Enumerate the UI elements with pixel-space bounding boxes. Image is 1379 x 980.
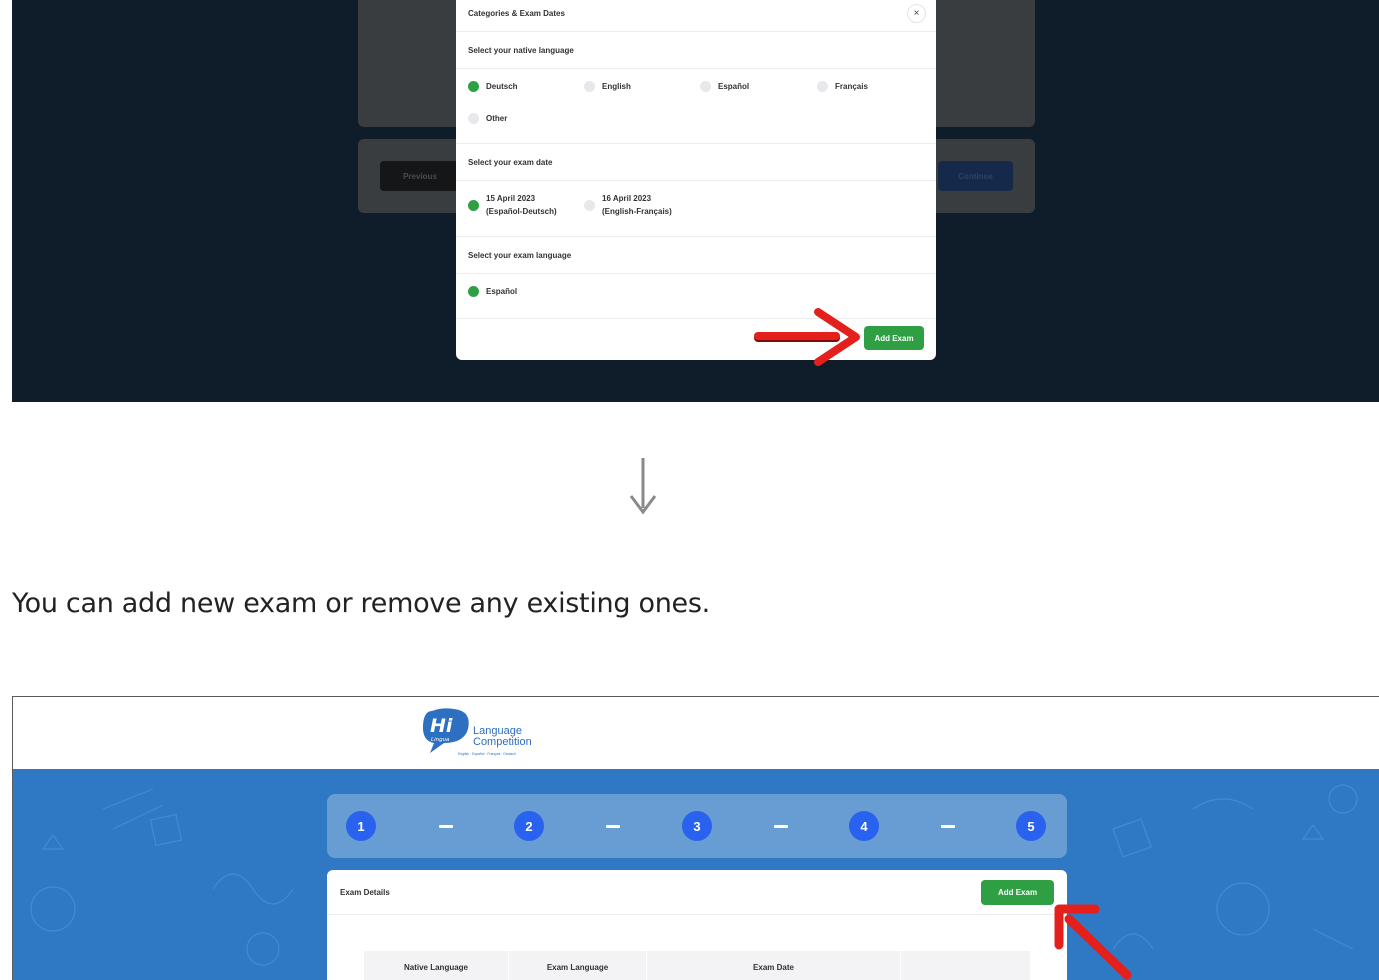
radio-native-other[interactable]: Other — [468, 112, 507, 125]
radio-date-16-april[interactable]: 16 April 2023 (English-Français) — [584, 192, 672, 218]
screenshot-exam-dates-modal: Previous Continue Categories & Exam Date… — [12, 0, 1379, 402]
radio-exam-language-espanol[interactable]: Español — [468, 285, 517, 298]
red-arrow-up-left-icon — [1054, 904, 1132, 980]
date-line: 16 April 2023 — [602, 194, 652, 203]
step-separator — [941, 825, 955, 828]
modal-footer-divider — [456, 318, 936, 319]
radio-label: Français — [835, 82, 868, 91]
previous-button[interactable]: Previous — [380, 161, 460, 191]
date-line: 15 April 2023 — [486, 194, 536, 203]
logo-line-2: Competition — [473, 736, 532, 748]
column-native-language: Native Language — [364, 951, 509, 980]
logo-lingua: Lingua — [431, 737, 450, 743]
radio-unchecked-icon — [584, 81, 595, 92]
radio-date-15-april[interactable]: 15 April 2023 (Español-Deutsch) — [468, 192, 557, 218]
radio-label: Español — [718, 82, 750, 91]
native-language-heading: Select your native language — [456, 31, 936, 69]
radio-unchecked-icon — [584, 199, 595, 211]
radio-unchecked-icon — [468, 113, 479, 124]
add-exam-button[interactable]: Add Exam — [864, 326, 924, 350]
categories-exam-dates-modal: Categories & Exam Dates × Select your na… — [456, 0, 936, 360]
add-exam-button[interactable]: Add Exam — [981, 880, 1054, 905]
arrow-down-icon — [629, 458, 657, 515]
radio-checked-icon — [468, 81, 479, 92]
date-subline: (English-Français) — [602, 207, 672, 216]
step-separator — [439, 825, 453, 828]
panel-divider — [327, 914, 1067, 915]
step-5[interactable]: 5 — [1016, 811, 1046, 841]
radio-label: 16 April 2023 (English-Français) — [602, 192, 672, 218]
logo-hi: Hi — [430, 715, 453, 737]
step-2[interactable]: 2 — [514, 811, 544, 841]
exam-table-header: Native Language Exam Language Exam Date — [364, 951, 1030, 980]
exam-language-heading: Select your exam language — [456, 236, 936, 274]
date-subline: (Español-Deutsch) — [486, 207, 557, 216]
exam-details-panel: Exam Details Add Exam Native Language Ex… — [327, 870, 1067, 980]
radio-checked-icon — [468, 286, 479, 297]
radio-native-english[interactable]: English — [584, 80, 631, 93]
radio-label: Español — [486, 287, 518, 296]
exam-date-heading: Select your exam date — [456, 143, 936, 181]
column-actions — [901, 951, 1030, 980]
progress-stepper: 1 2 3 4 5 — [327, 794, 1067, 858]
radio-label: 15 April 2023 (Español-Deutsch) — [486, 192, 557, 218]
step-separator — [606, 825, 620, 828]
screenshot-exam-details: Hi Lingua Language Competition English ·… — [12, 696, 1379, 980]
red-arrow-right-icon — [754, 308, 860, 366]
radio-native-deutsch[interactable]: Deutsch — [468, 80, 518, 93]
step-4[interactable]: 4 — [849, 811, 879, 841]
close-icon[interactable]: × — [907, 4, 926, 23]
radio-label: Deutsch — [486, 82, 518, 91]
radio-native-francais[interactable]: Français — [817, 80, 868, 93]
radio-checked-icon — [468, 199, 479, 211]
hi-lingua-logo: Hi Lingua Language Competition English ·… — [422, 708, 532, 756]
site-header: Hi Lingua Language Competition English ·… — [13, 697, 1379, 769]
radio-unchecked-icon — [700, 81, 711, 92]
radio-unchecked-icon — [817, 81, 828, 92]
radio-label: English — [602, 82, 631, 91]
modal-title: Categories & Exam Dates — [468, 9, 565, 18]
step-3[interactable]: 3 — [682, 811, 712, 841]
continue-button[interactable]: Continue — [938, 161, 1013, 191]
blue-banner: 1 2 3 4 5 Exam Details Add Exam Native L… — [13, 769, 1379, 980]
instruction-caption: You can add new exam or remove any exist… — [12, 588, 710, 619]
step-separator — [774, 825, 788, 828]
column-exam-date: Exam Date — [647, 951, 901, 980]
radio-label: Other — [486, 114, 508, 123]
step-1[interactable]: 1 — [346, 811, 376, 841]
panel-title: Exam Details — [340, 888, 390, 897]
radio-native-espanol[interactable]: Español — [700, 80, 749, 93]
column-exam-language: Exam Language — [509, 951, 647, 980]
logo-tagline: English · Español · Français · Deutsch — [458, 752, 516, 756]
